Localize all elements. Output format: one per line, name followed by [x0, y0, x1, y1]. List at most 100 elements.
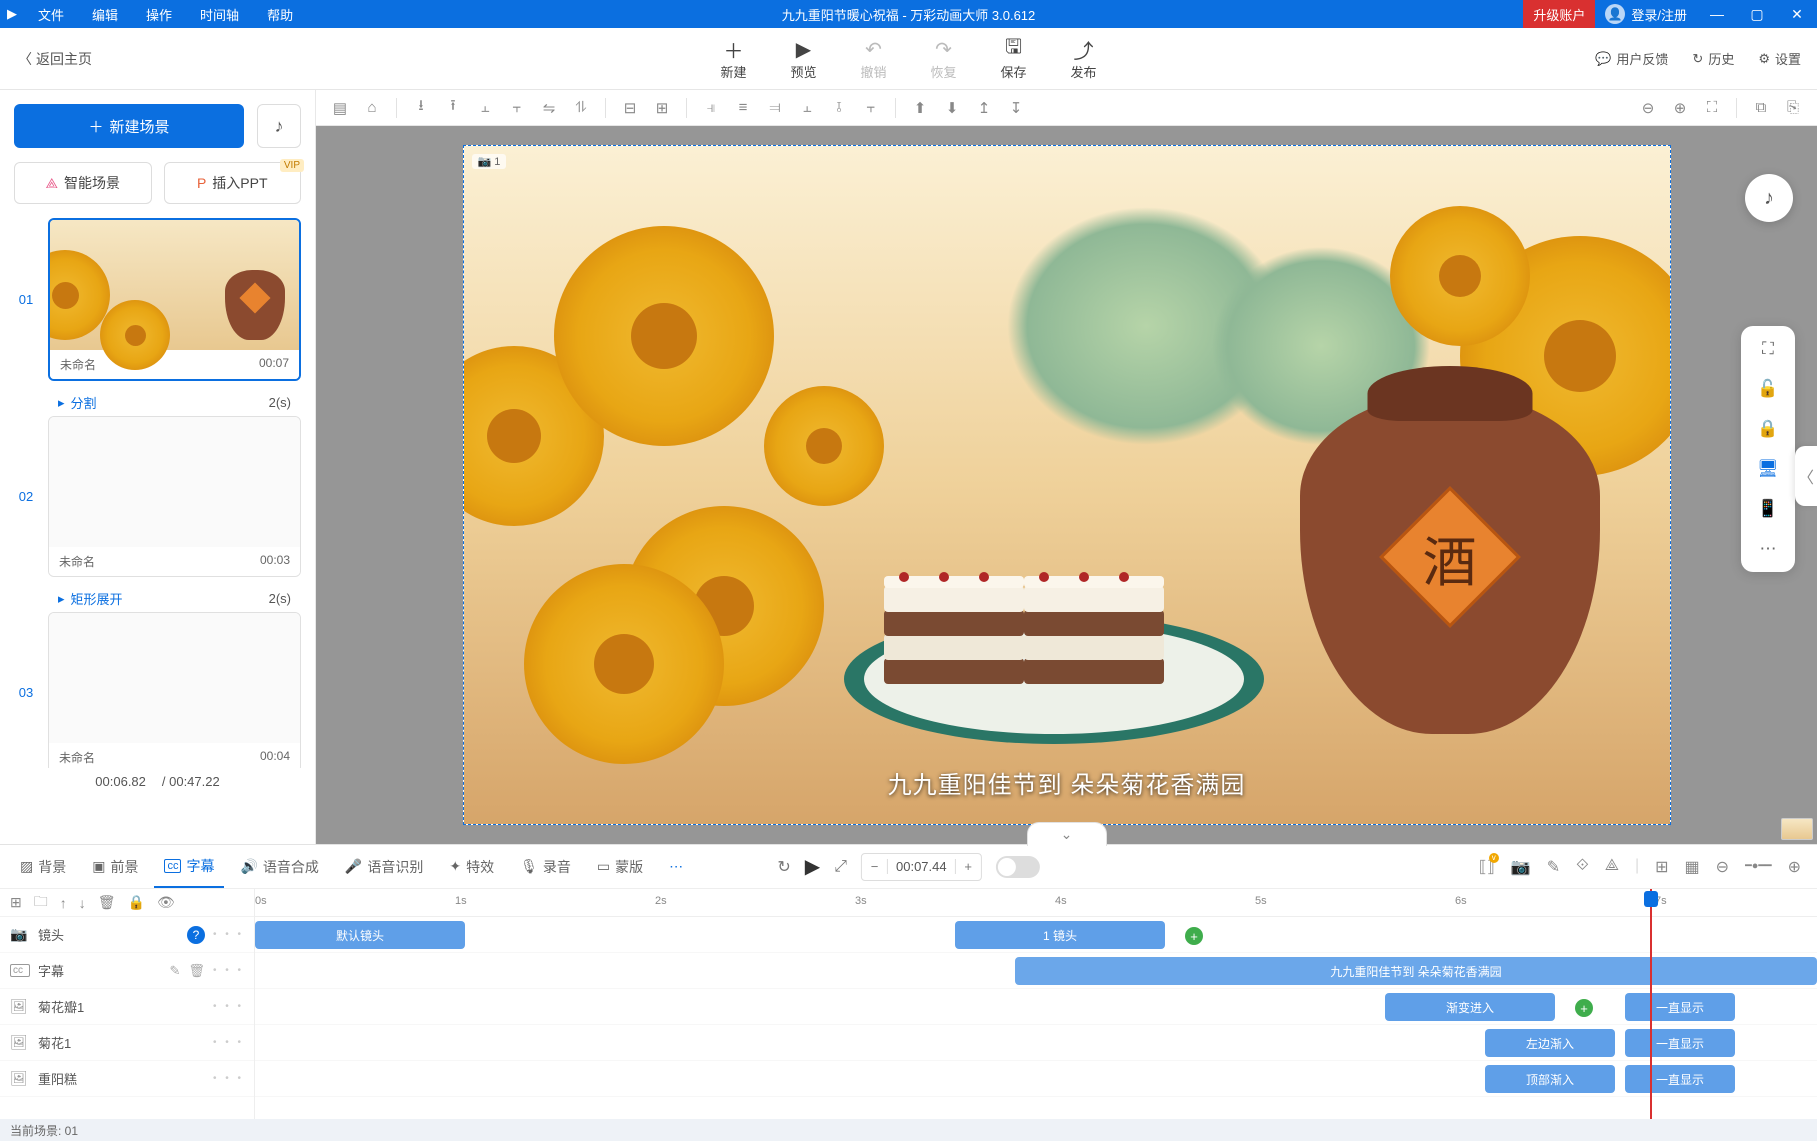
home-icon[interactable]: ⌂ — [358, 94, 386, 122]
music-button[interactable]: ♪ — [257, 104, 301, 148]
canvas-frame[interactable]: 酒 九九重阳佳节到 朵朵菊花香满园 📷1 — [463, 145, 1671, 825]
align-bottom2-icon[interactable]: ⫟ — [857, 94, 885, 122]
track-row-flower[interactable]: 🖼菊花1• • • — [0, 1025, 254, 1061]
menu-file[interactable]: 文件 — [24, 5, 78, 24]
track-cake[interactable]: 顶部渐入 一直显示 — [255, 1061, 1817, 1097]
time-input[interactable]: − 00:07.44 + — [861, 853, 982, 881]
copy-icon[interactable]: ⧉ — [1747, 94, 1775, 122]
paste-icon[interactable]: ⎘ — [1779, 94, 1807, 122]
feedback-button[interactable]: 💬用户反馈 — [1595, 49, 1668, 68]
down-icon[interactable]: ↓ — [79, 895, 86, 911]
tool-new[interactable]: ＋新建 — [699, 36, 769, 81]
tab-effects[interactable]: ✦特效 — [439, 845, 504, 888]
scene-card[interactable]: 未命名00:04 — [48, 612, 301, 768]
clip-leftin[interactable]: 左边渐入 — [1485, 1029, 1615, 1057]
settings2-icon[interactable]: ⟐ — [1576, 857, 1589, 877]
clip-camera-1[interactable]: 1 镜头 — [955, 921, 1165, 949]
backward-icon[interactable]: ↧ — [1002, 94, 1030, 122]
add-keyframe-button[interactable]: + — [1575, 999, 1593, 1017]
track-petal[interactable]: 渐变进入 + 一直显示 — [255, 989, 1817, 1025]
fit-icon[interactable]: ⛶ — [1698, 94, 1726, 122]
plus-button[interactable]: + — [955, 859, 981, 874]
distribute-h-icon[interactable]: ⊟ — [616, 94, 644, 122]
track-subtitle[interactable]: 九九重阳佳节到 朵朵菊花香满园 — [255, 953, 1817, 989]
edit-icon[interactable]: ✎ — [1547, 857, 1560, 877]
clip-subtitle[interactable]: 九九重阳佳节到 朵朵菊花香满园 — [1015, 957, 1817, 985]
expand-icon[interactable]: ⤢ — [834, 858, 847, 876]
rewind-icon[interactable]: ↻ — [777, 857, 790, 877]
distribute-v-icon[interactable]: ⊞ — [648, 94, 676, 122]
clip-topin[interactable]: 顶部渐入 — [1485, 1065, 1615, 1093]
marker-icon[interactable]: ⊞ — [1655, 857, 1668, 877]
add-camera-button[interactable]: + — [1185, 927, 1203, 945]
mobile-icon[interactable]: 📱 — [1757, 498, 1779, 520]
music-float-button[interactable]: ♪ — [1745, 174, 1793, 222]
slider-icon[interactable]: ━●━━ — [1745, 859, 1772, 879]
tab-subtitle[interactable]: cc字幕 — [154, 845, 224, 888]
side-expand-tab[interactable]: 〈 — [1795, 446, 1817, 506]
tab-mask[interactable]: ▭蒙版 — [587, 845, 653, 888]
snap-toggle[interactable] — [996, 856, 1040, 878]
track-row-subtitle[interactable]: cc字幕✎🗑• • • — [0, 953, 254, 989]
clip-default-camera[interactable]: 默认镜头 — [255, 921, 465, 949]
tracks-area[interactable]: 0s 1s 2s 3s 4s 5s 6s 7s 默认镜头 1 镜头 + 九九重阳… — [255, 889, 1817, 1119]
clip-always[interactable]: 一直显示 — [1625, 1065, 1735, 1093]
folder-icon[interactable]: 🗀 — [34, 891, 48, 915]
bring-front-icon[interactable]: ⬆ — [906, 94, 934, 122]
edit-icon[interactable]: ✎ — [170, 963, 181, 979]
minus-button[interactable]: − — [862, 859, 888, 874]
tab-more[interactable]: ⋯ — [659, 845, 693, 888]
minimize-button[interactable]: — — [1697, 6, 1737, 22]
upgrade-button[interactable]: 升级账户 — [1523, 0, 1595, 28]
flip-v-icon[interactable]: ⥮ — [567, 94, 595, 122]
delete-icon[interactable]: 🗑 — [98, 894, 116, 911]
tool-publish[interactable]: ⤴发布 — [1049, 36, 1119, 81]
up-icon[interactable]: ↑ — [60, 895, 67, 911]
align-top-icon[interactable]: ⭱ — [439, 94, 467, 122]
send-back-icon[interactable]: ⬇ — [938, 94, 966, 122]
tab-tts[interactable]: 🔊语音合成 — [230, 845, 328, 888]
scene-card[interactable]: 未命名00:03 — [48, 416, 301, 577]
align-vcenter-icon[interactable]: ⫠ — [471, 94, 499, 122]
maximize-button[interactable]: ▢ — [1737, 6, 1777, 23]
back-button[interactable]: 〈 返回主页 — [0, 49, 110, 69]
lock-icon[interactable]: 🔒 — [1757, 418, 1779, 440]
smart-scene-button[interactable]: ⟁智能场景 — [14, 162, 152, 204]
play-button[interactable]: ▶ — [805, 854, 820, 879]
new-scene-button[interactable]: ＋ 新建场景 — [14, 104, 244, 148]
zoom-in2-icon[interactable]: ⊕ — [1788, 857, 1801, 877]
transition-row[interactable]: ▸分割2(s) — [14, 389, 301, 416]
forward-icon[interactable]: ↥ — [970, 94, 998, 122]
align-middle-icon[interactable]: ⫱ — [825, 94, 853, 122]
history-button[interactable]: ↻历史 — [1692, 49, 1734, 68]
menu-edit[interactable]: 编辑 — [78, 5, 132, 24]
grid2-icon[interactable]: ▦ — [1685, 857, 1700, 877]
minimap-thumb[interactable] — [1781, 818, 1813, 840]
tab-foreground[interactable]: ▣前景 — [82, 845, 148, 888]
menu-action[interactable]: 操作 — [132, 5, 186, 24]
align-hcenter-icon[interactable]: ⫟ — [503, 94, 531, 122]
keyframe-icon[interactable]: ⟦⟧v — [1479, 857, 1495, 877]
add-track-icon[interactable]: ⊞ — [10, 894, 22, 911]
align-right-icon[interactable]: ⫤ — [761, 94, 789, 122]
delete2-icon[interactable]: 🗑 — [188, 963, 205, 979]
zoom-out-icon[interactable]: ⊖ — [1634, 94, 1662, 122]
tool-save[interactable]: 🖫保存 — [979, 36, 1049, 81]
track-flower[interactable]: 左边渐入 一直显示 — [255, 1025, 1817, 1061]
stage[interactable]: 酒 九九重阳佳节到 朵朵菊花香满园 📷1 ♪ ⛶ 🔓 🔒 🖥 📱 ⋯ 〈 ⌄ — [316, 126, 1817, 844]
track-row-cake[interactable]: 🖼重阳糕• • • — [0, 1061, 254, 1097]
lock-open-icon[interactable]: 🔓 — [1757, 378, 1779, 400]
lock2-icon[interactable]: 🔒 — [128, 894, 145, 911]
layers-icon[interactable]: ▤ — [326, 94, 354, 122]
close-button[interactable]: ✕ — [1777, 6, 1817, 23]
clip-always[interactable]: 一直显示 — [1625, 993, 1735, 1021]
tab-asr[interactable]: 🎤语音识别 — [335, 845, 433, 888]
flip-h-icon[interactable]: ⇋ — [535, 94, 563, 122]
track-camera[interactable]: 默认镜头 1 镜头 + — [255, 917, 1817, 953]
fullscreen-icon[interactable]: ⛶ — [1757, 338, 1779, 360]
zoom-in-icon[interactable]: ⊕ — [1666, 94, 1694, 122]
clip-always[interactable]: 一直显示 — [1625, 1029, 1735, 1057]
menu-help[interactable]: 帮助 — [253, 5, 307, 24]
scene-card[interactable]: 未命名00:07 — [48, 218, 301, 381]
tool-preview[interactable]: ▶预览 — [769, 36, 839, 81]
